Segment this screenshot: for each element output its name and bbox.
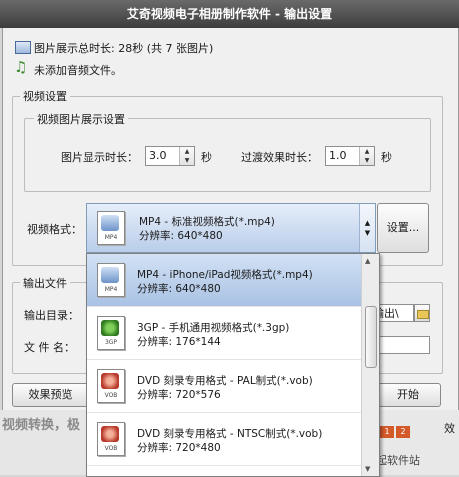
mp4-file-icon: MP4 — [97, 211, 125, 245]
window-title: 艾奇视频电子相册制作软件 - 输出设置 — [0, 0, 459, 28]
video-format-label: 视频格式： — [27, 223, 82, 236]
format-option-resolution: 分辨率: 640*480 — [137, 283, 221, 295]
spin-down-icon[interactable]: ▼ — [180, 156, 194, 165]
format-settings-button[interactable]: 设置... — [377, 203, 429, 253]
video-format-combo[interactable]: MP4 MP4 - 标准视频格式(*.mp4) 分辨率: 640*480 ▲ ▼ — [86, 203, 376, 253]
format-option-resolution: 分辨率: 720*576 — [137, 389, 221, 401]
image-display-value[interactable]: 3.0 — [146, 147, 179, 165]
scroll-down-icon[interactable]: ▼ — [365, 465, 370, 473]
image-display-unit: 秒 — [201, 151, 212, 164]
page-badge-2: 2 — [396, 426, 410, 438]
image-icon — [15, 41, 31, 54]
transition-unit: 秒 — [381, 151, 392, 164]
background-text: 视频转换，极 — [2, 418, 81, 433]
dropdown-arrows-icon[interactable]: ▲ ▼ — [359, 204, 375, 252]
output-dir-label: 输出目录： — [24, 309, 79, 322]
image-settings-legend: 视频图片展示设置 — [34, 111, 128, 127]
mp4-file-icon: MP4 — [97, 263, 125, 297]
vob-file-icon: VOB — [97, 422, 125, 456]
format-option-resolution: 分辨率: 720*480 — [137, 442, 221, 454]
transition-value[interactable]: 1.0 — [326, 147, 359, 165]
3gp-file-icon: 3GP — [97, 316, 125, 350]
spin-down-icon[interactable]: ▼ — [360, 156, 374, 165]
total-duration-text: 图片展示总时长: 28秒 (共 7 张图片) — [34, 42, 214, 55]
scrollbar-thumb[interactable] — [365, 306, 377, 368]
format-option-name: MP4 - iPhone/iPad视频格式(*.mp4) — [137, 269, 313, 281]
dropdown-scrollbar[interactable]: ▲ ▼ — [361, 254, 379, 476]
watermark-logo: 起软件站 — [376, 454, 420, 467]
transition-label: 过渡效果时长： — [241, 151, 318, 164]
spin-up-icon[interactable]: ▲ — [180, 147, 194, 156]
browse-folder-button[interactable] — [414, 304, 430, 322]
background-side-text: 效 — [444, 422, 455, 435]
format-option-dvd-pal[interactable]: VOB DVD 刻录专用格式 - PAL制式(*.vob) 分辨率: 720*5… — [87, 360, 361, 413]
output-file-legend: 输出文件 — [20, 275, 70, 291]
audio-status-text: 未添加音频文件。 — [34, 64, 122, 77]
image-display-label: 图片显示时长： — [61, 151, 138, 164]
start-button[interactable]: 开始 — [375, 383, 441, 407]
folder-icon — [417, 310, 429, 319]
format-option-resolution: 分辨率: 176*144 — [137, 336, 221, 348]
music-note-icon: ♫ — [14, 58, 28, 76]
video-settings-legend: 视频设置 — [20, 88, 70, 104]
format-dropdown-list[interactable]: MP4 MP4 - iPhone/iPad视频格式(*.mp4) 分辨率: 64… — [86, 253, 380, 477]
format-option-name: DVD 刻录专用格式 - NTSC制式(*.vob) — [137, 428, 323, 440]
selected-format-name: MP4 - 标准视频格式(*.mp4) — [139, 216, 275, 228]
scroll-up-icon[interactable]: ▲ — [365, 257, 370, 265]
format-option-name: DVD 刻录专用格式 - PAL制式(*.vob) — [137, 375, 313, 387]
format-option-3gp[interactable]: 3GP 3GP - 手机通用视频格式(*.3gp) 分辨率: 176*144 — [87, 307, 361, 360]
vob-file-icon: VOB — [97, 369, 125, 403]
format-option-name: 3GP - 手机通用视频格式(*.3gp) — [137, 322, 290, 334]
format-option-dvd-ntsc[interactable]: VOB DVD 刻录专用格式 - NTSC制式(*.vob) 分辨率: 720*… — [87, 413, 361, 466]
page-badge-1: 1 — [380, 426, 394, 438]
preview-button[interactable]: 效果预览 — [12, 383, 89, 407]
selected-format-resolution: 分辨率: 640*480 — [139, 230, 223, 242]
file-name-label: 文 件 名： — [24, 341, 75, 354]
transition-spinner[interactable]: 1.0 ▲ ▼ — [325, 146, 375, 166]
format-option-mp4-iphone[interactable]: MP4 MP4 - iPhone/iPad视频格式(*.mp4) 分辨率: 64… — [87, 254, 361, 307]
image-display-spinner[interactable]: 3.0 ▲ ▼ — [145, 146, 195, 166]
spin-up-icon[interactable]: ▲ — [360, 147, 374, 156]
